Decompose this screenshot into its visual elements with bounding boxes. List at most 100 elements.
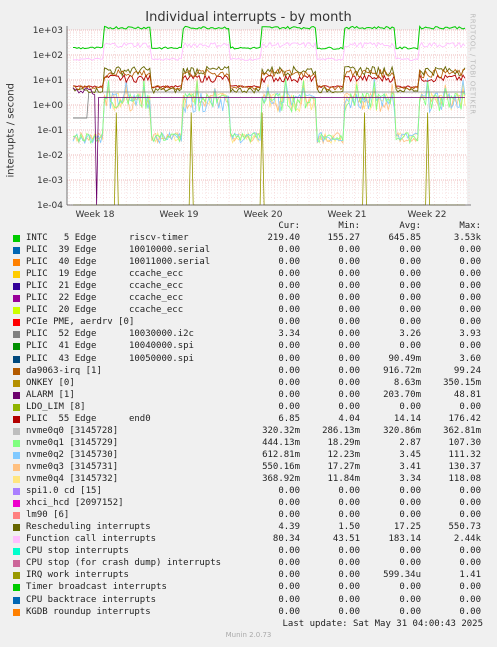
header-min: Min: [338, 221, 360, 231]
legend-series-name: PLIC 43 Edge 10050000.spi [26, 353, 194, 364]
legend-value-max: 0.00 [459, 498, 481, 509]
legend-series-name: PLIC 55 Edge end0 [26, 413, 151, 424]
legend-swatch [13, 439, 20, 447]
legend-value-min: 18.29m [327, 437, 360, 448]
legend-series-name: LDO_LIM [8] [26, 401, 86, 412]
legend-value-cur: 320.32m [262, 425, 300, 436]
legend-value-avg: 0.00 [399, 401, 421, 412]
legend-swatch [13, 259, 20, 267]
legend-value-avg: 0.00 [399, 594, 421, 605]
header-cur: Cur: [278, 221, 300, 231]
legend-swatch [13, 367, 20, 375]
legend-row: ALARM [1] 0.00 0.00 203.70m 48.81 [0, 390, 497, 402]
legend-value-min: 0.00 [338, 353, 360, 364]
legend-value-max: 550.73 [448, 522, 481, 533]
legend-row: PLIC 21 Edge ccache_ecc 0.00 0.00 0.00 0.00 [0, 281, 497, 293]
legend-value-avg: 0.00 [399, 558, 421, 569]
y-tick-label: 1e-02 [37, 151, 63, 161]
legend-value-cur: 0.00 [278, 582, 300, 593]
legend-value-max: 0.00 [459, 558, 481, 569]
legend-value-cur: 612.81m [262, 449, 300, 460]
legend-value-max: 0.00 [459, 582, 481, 593]
legend-value-cur: 0.00 [278, 570, 300, 581]
legend-series-name: PLIC 22 Edge ccache_ecc [26, 293, 184, 304]
legend-row: Timer broadcast interrupts 0.00 0.00 0.00 0.… [0, 582, 497, 594]
legend-value-cur: 0.00 [278, 546, 300, 557]
legend-value-cur: 6.85 [278, 413, 300, 424]
legend-value-min: 0.00 [338, 281, 360, 292]
legend-series-name: nvme0q4 [3145732] [26, 474, 119, 484]
legend-swatch [13, 512, 20, 520]
legend-row: Rescheduling interrupts 4.39 1.50 17.25 550.… [0, 522, 497, 534]
legend-row: xhci_hcd [2097152] 0.00 0.00 0.00 0.00 [0, 498, 497, 510]
legend-value-cur: 3.34 [278, 329, 300, 340]
y-tick-label: 1e-03 [37, 176, 63, 186]
legend-row: INTC 5 Edge riscv-timer 219.40 155.27 645.8… [0, 233, 497, 245]
legend-value-avg: 645.85 [388, 233, 421, 243]
legend-value-min: 43.51 [332, 534, 360, 545]
legend-value-avg: 0.00 [399, 245, 421, 256]
legend-value-max: 0.00 [459, 546, 481, 557]
legend-series-name: ALARM [1] [26, 389, 75, 400]
legend-value-min: 0.00 [338, 269, 360, 280]
legend-value-max: 2.44k [453, 534, 481, 545]
legend-row: nvme0q3 [3145731] 550.16m 17.27m 3.41 130.37 [0, 462, 497, 474]
legend-value-avg: 3.26 [399, 329, 421, 340]
legend-value-avg: 916.72m [383, 365, 421, 376]
legend-swatch [13, 343, 20, 351]
legend-value-avg: 3.45 [399, 449, 421, 460]
legend-value-min: 0.00 [338, 498, 360, 509]
legend-value-avg: 0.00 [399, 546, 421, 557]
munin-graph: Individual interrupts - by month interru… [0, 0, 497, 647]
legend-swatch [13, 476, 20, 483]
legend-value-cur: 368.92m [262, 474, 300, 484]
y-tick-label: 1e+03 [33, 26, 63, 36]
legend-value-min: 0.00 [338, 582, 360, 593]
legend-swatch [13, 307, 20, 315]
legend-row: Function call interrupts 80.34 43.51 183.14… [0, 534, 497, 546]
legend-value-avg: 0.00 [399, 498, 421, 509]
legend-swatch [13, 584, 20, 592]
legend-row: PLIC 22 Edge ccache_ecc 0.00 0.00 0.00 0.00 [0, 293, 497, 305]
legend-row: PCIe PME, aerdrv [0] 0.00 0.00 0.00 0.00 [0, 317, 497, 329]
legend-value-max: 176.42 [448, 413, 481, 424]
legend-value-avg: 0.00 [399, 486, 421, 497]
legend-value-cur: 0.00 [278, 341, 300, 352]
legend-value-min: 0.00 [338, 389, 360, 400]
legend-value-cur: 219.40 [267, 233, 300, 243]
legend-series-name: da9063-irq [1] [26, 365, 102, 376]
legend-value-avg: 0.00 [399, 305, 421, 316]
legend-row: LDO_LIM [8] 0.00 0.00 0.00 0.00 [0, 402, 497, 414]
legend-series-name: PLIC 41 Edge 10040000.spi [26, 341, 194, 352]
legend-header: Cur: Min: Avg: Max: [0, 221, 497, 233]
legend-value-cur: 0.00 [278, 293, 300, 304]
legend-series-name: PLIC 21 Edge ccache_ecc [26, 281, 184, 292]
legend-row: PLIC 39 Edge 10010000.serial 0.00 0.00 0.00… [0, 245, 497, 257]
legend-swatch [13, 319, 20, 327]
legend-series-name: PCIe PME, aerdrv [0] [26, 317, 135, 328]
legend-swatch [13, 524, 20, 532]
legend-swatch [13, 488, 20, 496]
legend-series-name: Rescheduling interrupts [26, 522, 151, 533]
legend-value-avg: 2.87 [399, 437, 421, 448]
legend-value-max: 0.00 [459, 341, 481, 352]
legend-value-cur: 0.00 [278, 257, 300, 268]
legend-value-cur: 0.00 [278, 498, 300, 509]
legend-value-min: 0.00 [338, 245, 360, 256]
legend-value-max: 0.00 [459, 401, 481, 412]
x-tick-label: Week 20 [244, 210, 283, 220]
legend-series-name: Timer broadcast interrupts [26, 582, 167, 593]
legend-value-avg: 3.34 [399, 474, 421, 484]
legend-value-min: 0.00 [338, 305, 360, 316]
legend-value-avg: 0.00 [399, 317, 421, 328]
legend-value-cur: 0.00 [278, 377, 300, 388]
legend-series-name: nvme0q1 [3145729] [26, 437, 119, 448]
y-tick-label: 1e+01 [33, 76, 63, 86]
legend-swatch [13, 379, 20, 387]
legend-series-name: KGDB roundup interrupts [26, 606, 151, 617]
generator-label: Munin 2.0.73 [225, 631, 272, 639]
legend-swatch [13, 608, 20, 616]
legend-series-name: CPU stop interrupts [26, 546, 129, 557]
legend-value-min: 11.84m [327, 474, 360, 484]
legend-value-avg: 0.00 [399, 293, 421, 304]
